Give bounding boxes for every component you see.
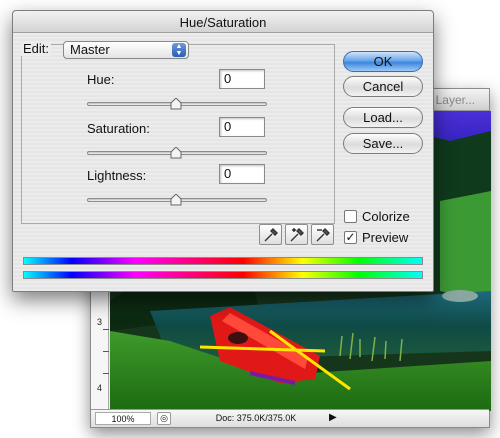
hue-input[interactable]: 0 [219, 69, 265, 89]
lightness-input[interactable]: 0 [219, 164, 265, 184]
saturation-input[interactable]: 0 [219, 117, 265, 137]
document-statusbar: 100% ◎ Doc: 375.0K/375.0K ▶ [91, 409, 489, 427]
zoom-level-field[interactable]: 100% [95, 412, 151, 425]
eyedropper-plus-icon [290, 228, 304, 242]
status-menu-arrow-icon[interactable]: ▶ [329, 412, 337, 423]
hue-label: Hue: [87, 72, 115, 87]
document-size-info: Doc: 375.0K/375.0K [215, 413, 297, 423]
eyedropper-button[interactable] [259, 224, 282, 245]
dialog-titlebar[interactable]: Hue/Saturation [13, 11, 433, 33]
output-color-spectrum-bar [23, 271, 423, 279]
save-button[interactable]: Save... [343, 133, 423, 154]
eyedropper-icon [264, 228, 278, 242]
edit-select-value: Master [70, 42, 110, 57]
subtract-from-sample-button[interactable] [311, 224, 334, 245]
eyedropper-minus-icon [316, 228, 330, 242]
select-arrows-icon: ▲ ▼ [172, 43, 186, 57]
input-color-spectrum-bar [23, 257, 423, 265]
document-title: , Layer... [428, 93, 475, 107]
hue-saturation-dialog: Hue/Saturation Edit: Master ▲ ▼ Hue: 0 Sa… [12, 10, 434, 292]
preview-label: Preview [362, 230, 409, 245]
ruler-mark-4: 4 [97, 383, 103, 393]
saturation-slider-thumb[interactable] [170, 147, 182, 159]
add-to-sample-button[interactable] [285, 224, 308, 245]
cancel-button[interactable]: Cancel [343, 76, 423, 97]
lightness-slider-thumb[interactable] [170, 194, 182, 206]
load-button[interactable]: Load... [343, 107, 423, 128]
edit-channel-select[interactable]: Master ▲ ▼ [63, 41, 189, 59]
ok-button[interactable]: OK [343, 51, 423, 72]
status-info-icon[interactable]: ◎ [157, 412, 171, 425]
colorize-label: Colorize [362, 209, 410, 224]
saturation-label: Saturation: [87, 121, 150, 136]
edit-label: Edit: [21, 41, 52, 56]
dialog-title: Hue/Saturation [179, 15, 267, 30]
preview-checkbox[interactable]: ✓ [344, 231, 357, 244]
lightness-label: Lightness: [87, 168, 147, 183]
ruler-mark-3: 3 [97, 317, 103, 327]
hue-slider-thumb[interactable] [170, 98, 182, 110]
colorize-checkbox[interactable] [344, 210, 357, 223]
